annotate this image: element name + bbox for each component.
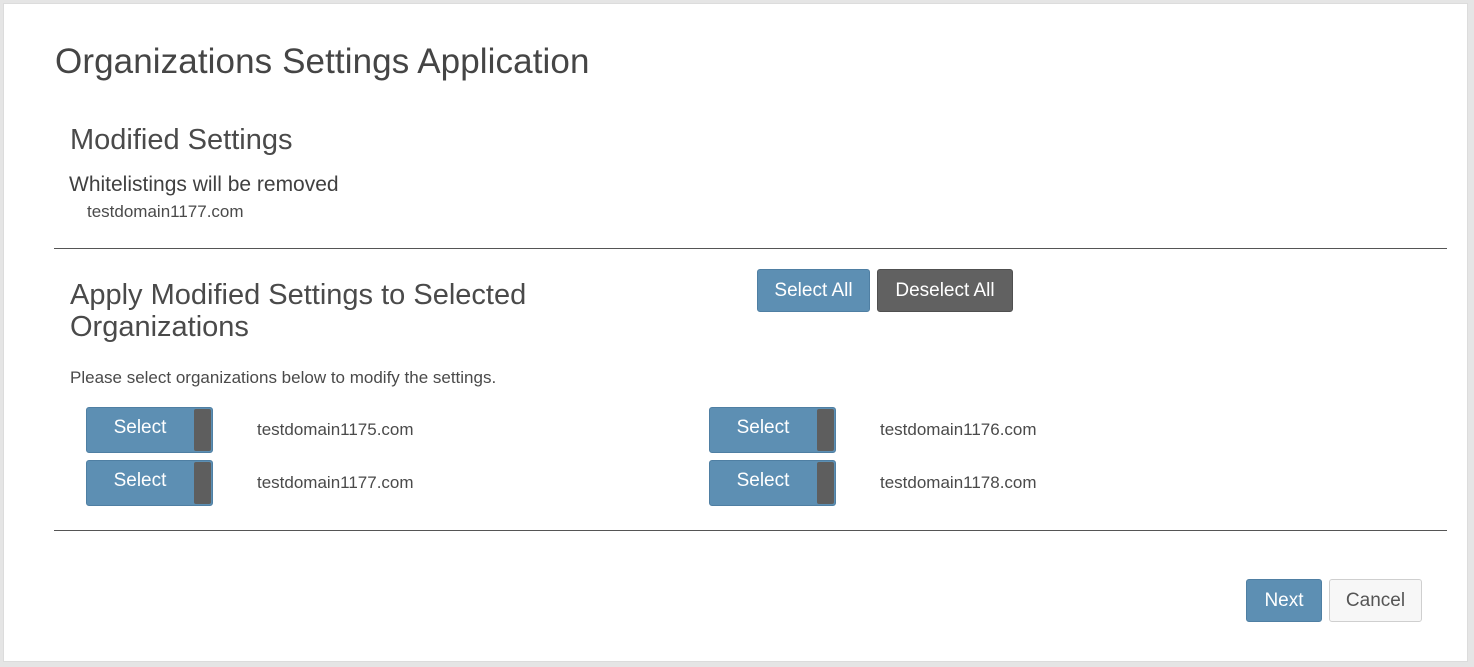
toggle-knob: [194, 409, 211, 451]
org-select-toggle[interactable]: Select: [709, 407, 836, 453]
select-all-button[interactable]: Select All: [757, 269, 870, 312]
modified-domain-item: testdomain1177.com: [87, 202, 244, 221]
org-select-toggle[interactable]: Select: [86, 407, 213, 453]
toggle-label: Select: [113, 470, 167, 491]
toggle-label: Select: [113, 417, 167, 438]
page-title: Organizations Settings Application: [55, 42, 590, 81]
org-name: testdomain1175.com: [257, 420, 414, 439]
modified-settings-title: Modified Settings: [70, 124, 293, 156]
org-select-toggle[interactable]: Select: [709, 460, 836, 506]
toggle-knob: [194, 462, 211, 504]
cancel-button[interactable]: Cancel: [1329, 579, 1422, 622]
org-name: testdomain1177.com: [257, 473, 414, 492]
section-divider: [54, 248, 1447, 249]
org-name: testdomain1178.com: [880, 473, 1037, 492]
toggle-knob: [817, 462, 834, 504]
section-divider: [54, 530, 1447, 531]
modified-settings-subtitle: Whitelistings will be removed: [69, 173, 339, 196]
deselect-all-button[interactable]: Deselect All: [877, 269, 1013, 312]
org-name: testdomain1176.com: [880, 420, 1037, 439]
next-button[interactable]: Next: [1246, 579, 1322, 622]
org-select-toggle[interactable]: Select: [86, 460, 213, 506]
instruction-text: Please select organizations below to mod…: [70, 368, 497, 387]
toggle-label: Select: [736, 417, 790, 438]
toggle-label: Select: [736, 470, 790, 491]
apply-settings-title: Apply Modified Settings to Selected Orga…: [70, 279, 527, 343]
settings-panel: Organizations Settings Application Modif…: [3, 3, 1468, 662]
toggle-knob: [817, 409, 834, 451]
